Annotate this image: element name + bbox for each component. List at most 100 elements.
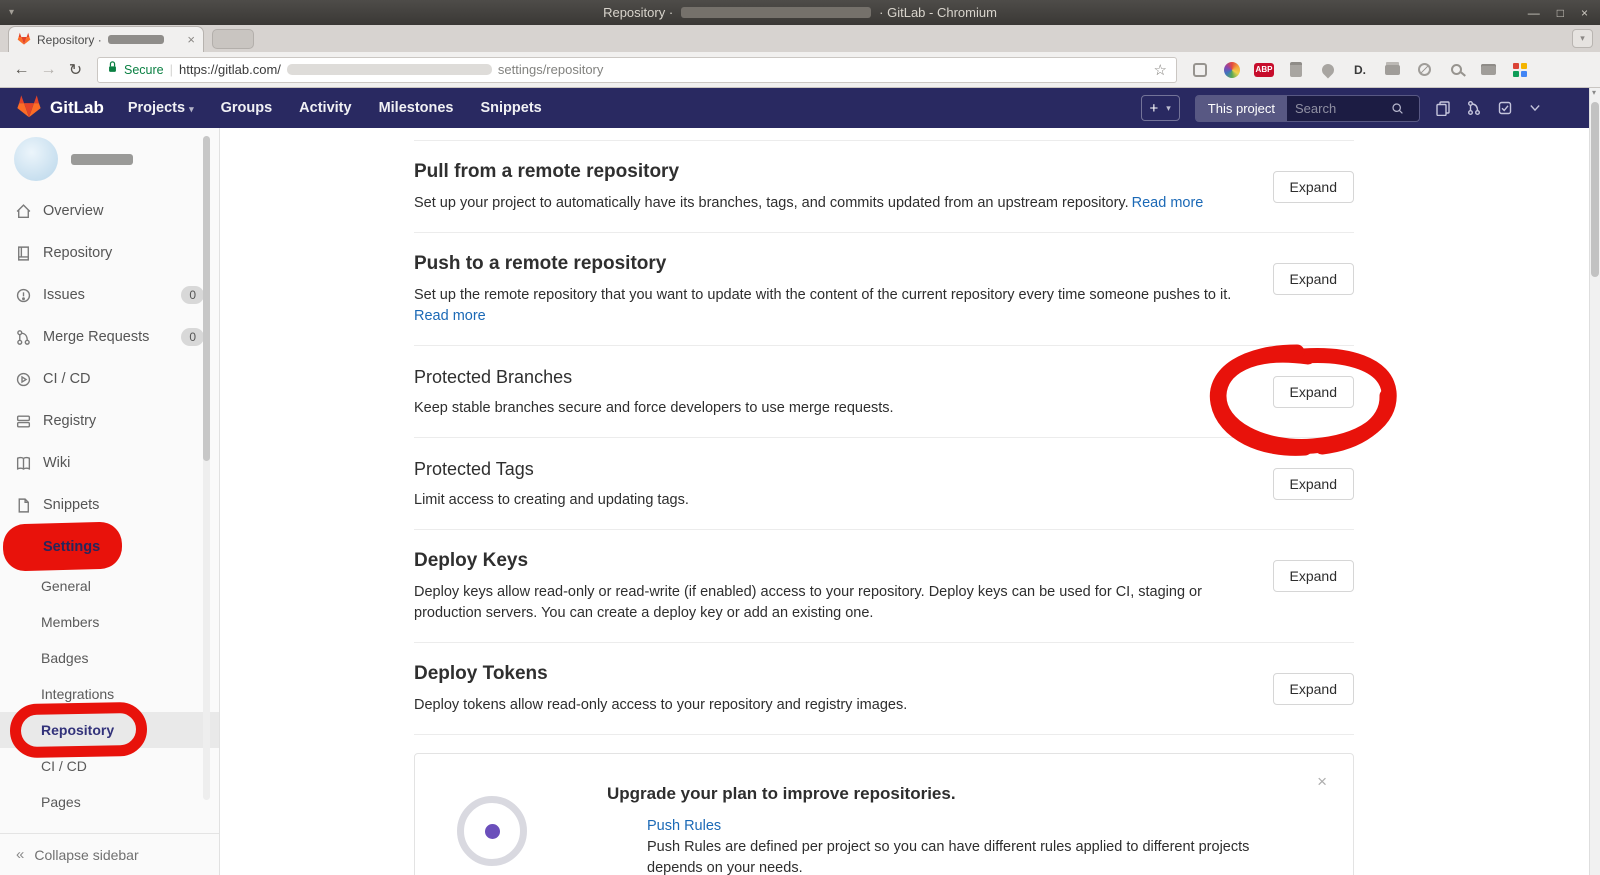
- nav-link-activity[interactable]: Activity: [299, 100, 351, 116]
- section-title: Pull from a remote repository: [414, 161, 680, 182]
- settings-content: Pull from a remote repository Set up you…: [220, 128, 1600, 875]
- expand-button-push[interactable]: Expand: [1272, 263, 1354, 295]
- sidebar-subitem-integrations[interactable]: Integrations: [0, 676, 219, 712]
- section-protected-tags: Protected Tags Limit access to creating …: [414, 438, 1354, 530]
- collapse-label: Collapse sidebar: [34, 846, 139, 863]
- read-more-link[interactable]: Read more: [1132, 195, 1204, 211]
- project-avatar: [14, 137, 58, 181]
- subitem-label: General: [41, 578, 91, 594]
- expand-button-deploy-keys[interactable]: Expand: [1272, 560, 1354, 592]
- bookmark-star-icon[interactable]: ☆: [1154, 61, 1167, 79]
- push-rules-link[interactable]: Push Rules: [647, 818, 721, 834]
- sidebar-subitem-general[interactable]: General: [0, 568, 219, 604]
- profile-dropdown-caret-icon[interactable]: [1528, 103, 1542, 113]
- section-description: Deploy keys allow read-only or read-writ…: [414, 584, 1202, 621]
- issues-dashboard-icon[interactable]: [1435, 100, 1451, 116]
- section-description: Set up your project to automatically hav…: [414, 195, 1204, 211]
- sidebar-item-label: Merge Requests: [43, 329, 150, 345]
- nav-link-groups[interactable]: Groups: [221, 100, 273, 116]
- section-title: Deploy Tokens: [414, 663, 548, 684]
- dismiss-icon[interactable]: ×: [1317, 772, 1327, 792]
- d-extension-icon[interactable]: D.: [1350, 60, 1370, 80]
- search-scope-label[interactable]: This project: [1195, 95, 1287, 121]
- sidebar-item-snippets[interactable]: Snippets: [0, 484, 219, 526]
- back-button[interactable]: ←: [8, 61, 35, 79]
- nav-link-projects[interactable]: Projects ▾: [128, 100, 194, 116]
- expand-button-pull[interactable]: Expand: [1272, 171, 1354, 203]
- sidebar-item-issues[interactable]: Issues 0: [0, 274, 219, 316]
- briefcase-extension-icon[interactable]: [1478, 60, 1498, 80]
- nav-link-milestones[interactable]: Milestones: [379, 100, 454, 116]
- collapse-chevrons-icon: «: [16, 846, 25, 863]
- url-origin: https://gitlab.com/: [179, 62, 281, 77]
- sidebar-item-settings[interactable]: Settings: [0, 521, 219, 572]
- browser-profile-button[interactable]: ▾: [1572, 29, 1593, 48]
- scrollbar-stepper-icon[interactable]: ▾: [1592, 88, 1596, 97]
- section-title: Protected Tags: [414, 459, 534, 479]
- section-deploy-keys: Deploy Keys Deploy keys allow read-only …: [414, 530, 1354, 643]
- gitlab-favicon: [17, 32, 31, 48]
- project-name-redaction: [71, 153, 133, 165]
- collapse-sidebar-button[interactable]: « Collapse sidebar: [0, 833, 219, 875]
- sidebar-subitem-repository[interactable]: Repository: [0, 701, 219, 759]
- sidebar-scrollbar[interactable]: [203, 136, 210, 800]
- todos-icon[interactable]: [1497, 100, 1513, 116]
- forward-button[interactable]: →: [35, 61, 62, 79]
- sidebar-item-overview[interactable]: Overview: [0, 190, 219, 232]
- read-more-link[interactable]: Read more: [414, 306, 1245, 327]
- sidebar-item-repository[interactable]: Repository: [0, 232, 219, 274]
- window-menu-icon[interactable]: ▾: [9, 7, 14, 18]
- browser-tab[interactable]: Repository · ×: [8, 26, 204, 52]
- search-box[interactable]: [1287, 95, 1419, 121]
- sidebar-item-wiki[interactable]: Wiki: [0, 442, 219, 484]
- address-bar[interactable]: Secure | https://gitlab.com/ settings/re…: [97, 56, 1177, 83]
- sidebar-item-label: Settings: [43, 539, 101, 555]
- reload-button[interactable]: ↻: [62, 60, 89, 80]
- expand-button-deploy-tokens[interactable]: Expand: [1272, 673, 1354, 705]
- sidebar-subitem-pages[interactable]: Pages: [0, 784, 219, 820]
- new-dropdown-button[interactable]: + ▾: [1140, 95, 1180, 121]
- expand-button-protected-branches[interactable]: Expand: [1272, 376, 1354, 408]
- sidebar-item-label: Registry: [43, 413, 97, 429]
- sidebar-item-label: Repository: [43, 245, 113, 261]
- sidebar-subitem-members[interactable]: Members: [0, 604, 219, 640]
- nav-link-snippets[interactable]: Snippets: [481, 100, 542, 116]
- merge-request-icon: [15, 329, 32, 346]
- repository-icon: [15, 245, 32, 262]
- minimize-button[interactable]: —: [1528, 6, 1540, 20]
- printer-extension-icon[interactable]: [1382, 60, 1402, 80]
- project-header[interactable]: [0, 128, 219, 190]
- subitem-label: Members: [41, 614, 100, 630]
- registry-icon: [15, 413, 32, 430]
- tab-stub[interactable]: [212, 29, 254, 49]
- sidebar-scrollbar-thumb[interactable]: [203, 136, 210, 461]
- palette-extension-icon[interactable]: [1222, 60, 1242, 80]
- frame-extension-icon[interactable]: [1190, 60, 1210, 80]
- pin-extension-icon[interactable]: [1318, 60, 1338, 80]
- expand-button-protected-tags[interactable]: Expand: [1272, 468, 1354, 500]
- search-input[interactable]: [1295, 100, 1391, 116]
- maximize-button[interactable]: □: [1557, 6, 1564, 20]
- section-description: Keep stable branches secure and force de…: [414, 400, 894, 416]
- gitlab-brand[interactable]: GitLab: [16, 94, 104, 123]
- zoom-extension-icon[interactable]: [1446, 60, 1466, 80]
- search-group: This project: [1194, 94, 1420, 122]
- upgrade-gem-icon: [457, 796, 527, 866]
- section-push-mirror: Push to a remote repository Set up the r…: [414, 233, 1354, 346]
- gitlab-logo-icon: [16, 94, 42, 123]
- page-scrollbar-thumb[interactable]: [1591, 102, 1599, 277]
- merge-requests-icon[interactable]: [1466, 100, 1482, 116]
- sidebar-item-merge-requests[interactable]: Merge Requests 0: [0, 316, 219, 358]
- sidebar-subitem-ci-cd[interactable]: CI / CD: [0, 748, 219, 784]
- blocker-extension-icon[interactable]: [1414, 60, 1434, 80]
- sidebar-item-ci-cd[interactable]: CI / CD: [0, 358, 219, 400]
- sidebar-subitem-badges[interactable]: Badges: [0, 640, 219, 676]
- wiki-icon: [15, 455, 32, 472]
- page-scrollbar[interactable]: ▾: [1589, 88, 1600, 875]
- apps-grid-extension-icon[interactable]: [1510, 60, 1530, 80]
- close-button[interactable]: ×: [1581, 6, 1588, 20]
- tab-close-icon[interactable]: ×: [187, 32, 195, 47]
- adblock-extension-icon[interactable]: ABP: [1254, 60, 1274, 80]
- clipboard-extension-icon[interactable]: [1286, 60, 1306, 80]
- sidebar-item-registry[interactable]: Registry: [0, 400, 219, 442]
